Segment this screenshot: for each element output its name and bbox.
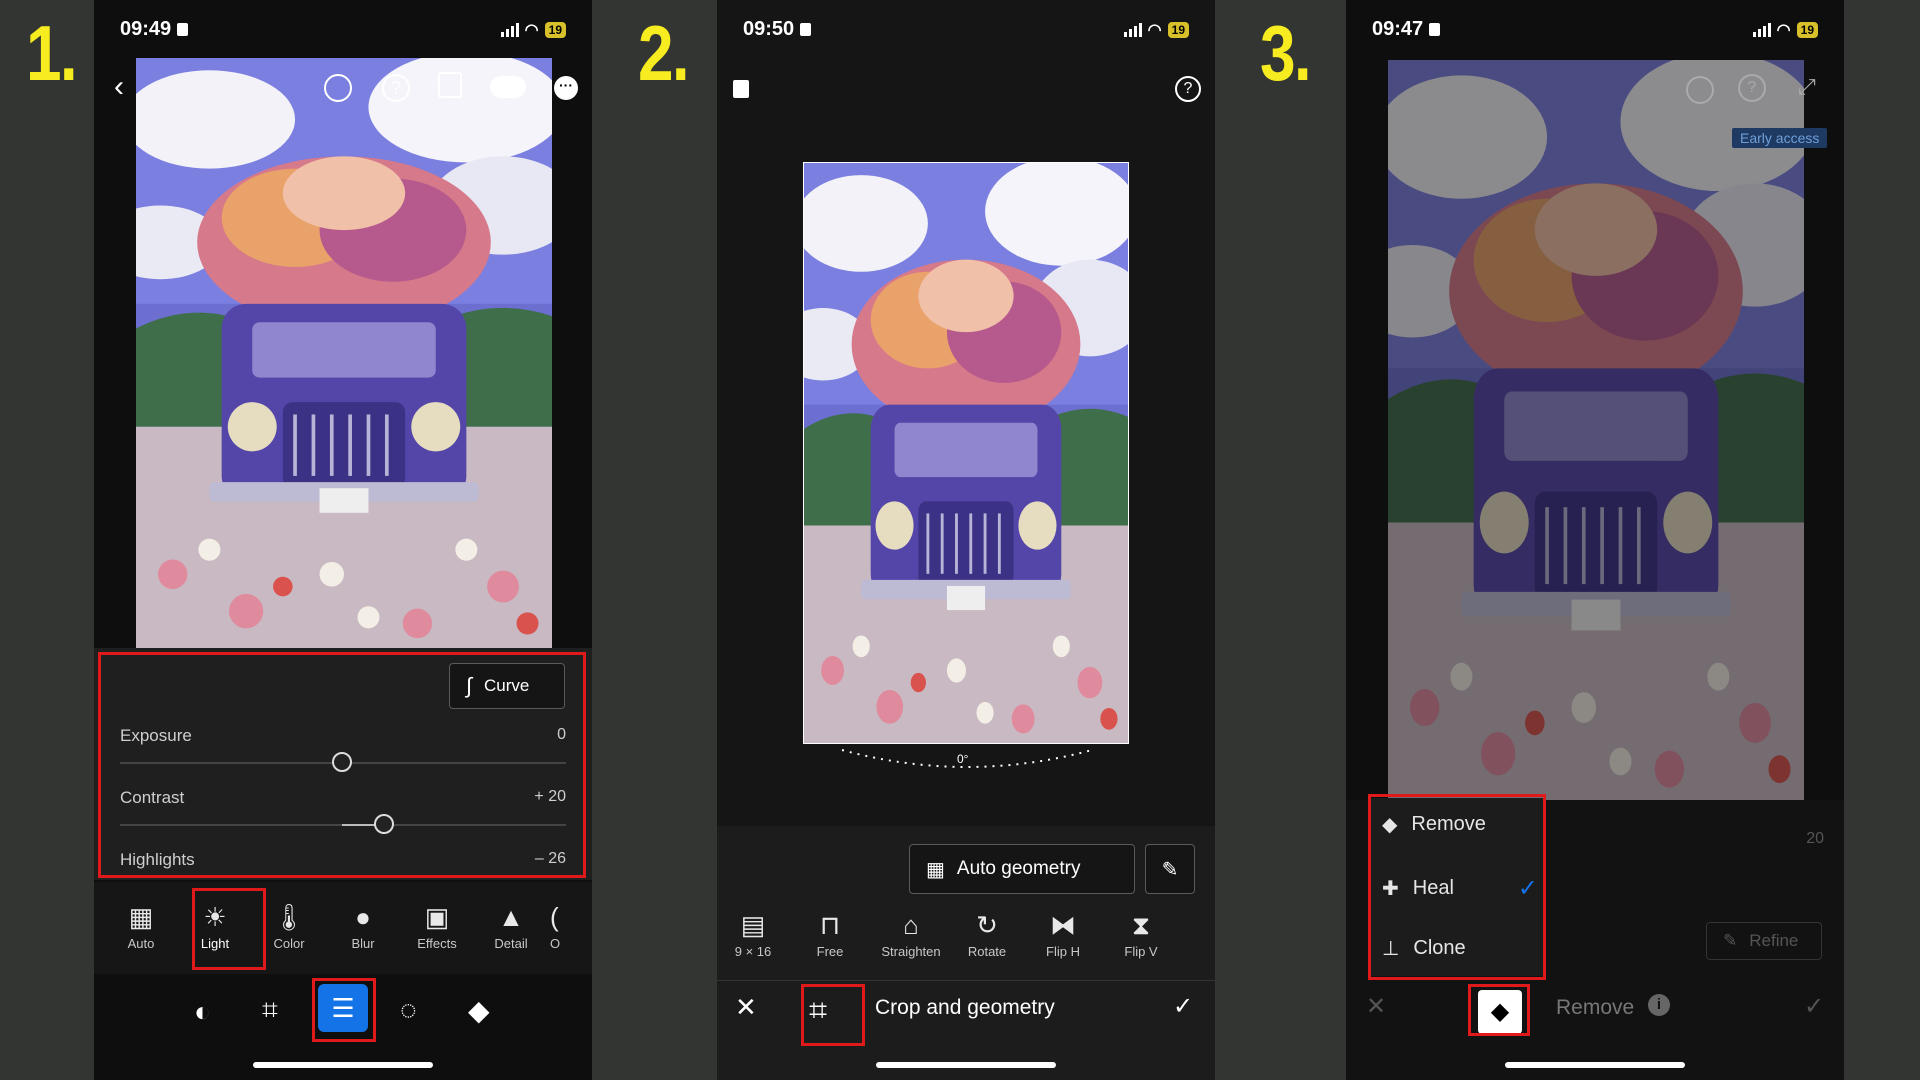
step-number-2: 2.: [638, 9, 690, 97]
home-indicator: [876, 1062, 1056, 1068]
expand-icon[interactable]: ⤢: [1798, 74, 1816, 100]
brush-settings-icon[interactable]: [1686, 76, 1714, 104]
flip-horizontal-icon: ⧓: [1050, 910, 1076, 940]
step-number-1: 1.: [26, 9, 78, 97]
auto-geometry-icon: ▦: [926, 858, 945, 881]
more-icon[interactable]: ···: [554, 76, 578, 100]
help-icon[interactable]: ?: [1175, 76, 1201, 102]
status-bar: 09:49 ◠ 19: [120, 18, 566, 44]
tool-aspect-ratio[interactable]: ▤ 9 × 16: [717, 910, 789, 959]
help-icon[interactable]: ?: [382, 74, 410, 102]
battery-icon: 19: [1796, 22, 1818, 38]
wifi-icon: ◠: [1776, 22, 1791, 39]
masking-icon[interactable]: ◌: [400, 994, 417, 1026]
highlight-box-menu: [1368, 794, 1546, 980]
highlight-box-sliders: [98, 652, 586, 878]
crop-icon[interactable]: ⌗: [262, 994, 278, 1027]
divider: [717, 980, 1215, 981]
cancel-icon[interactable]: ✕: [735, 992, 757, 1023]
rotate-icon: ↻: [976, 910, 998, 940]
photo-preview: [136, 58, 552, 648]
cloud-sync-icon[interactable]: [490, 76, 526, 98]
pencil-icon: ✎: [1161, 858, 1179, 881]
share-icon[interactable]: [438, 72, 462, 98]
tool-free[interactable]: ⊓ Free: [794, 910, 866, 959]
history-icon[interactable]: [324, 74, 352, 102]
phone-light-panel: 09:49 ◠ 19 ‹ ? ··· ∫ Curve Exposure 0 Co…: [94, 0, 592, 1080]
wifi-icon: ◠: [524, 22, 539, 39]
phone-crop-panel: 09:50 ◠ 19 ? 0° ▦ Auto geometry ✎ ▤ 9 × 1…: [717, 0, 1215, 1080]
tool-flip-v[interactable]: ⧗ Flip V: [1105, 910, 1177, 959]
photo-crop-preview[interactable]: [803, 162, 1129, 744]
help-icon[interactable]: ?: [1738, 74, 1766, 102]
apply-check-icon[interactable]: ✓: [1173, 992, 1193, 1021]
phone-remove-panel: 09:47 ◠ 19 ? ⤢ Early access 20 ✎ Refine ◆…: [1346, 0, 1844, 1080]
tool-optics[interactable]: (O: [550, 902, 592, 951]
highlight-box-light: [192, 888, 266, 970]
angle-readout: 0°: [957, 752, 969, 766]
clock: 09:49: [120, 18, 189, 41]
highlight-box-crop: [801, 984, 865, 1046]
refine-button[interactable]: ✎ Refine: [1706, 922, 1822, 960]
size-value: 20: [1806, 830, 1824, 847]
status-bar: 09:50 ◠ 19: [743, 18, 1189, 44]
status-bar: 09:47 ◠ 19: [1372, 18, 1818, 44]
panel-title: Remove: [1556, 996, 1635, 1019]
drop-icon: ●: [355, 902, 371, 932]
manual-geometry-button[interactable]: ✎: [1145, 844, 1195, 894]
pencil-icon: ✎: [1723, 931, 1738, 950]
tool-flip-h[interactable]: ⧓ Flip H: [1027, 910, 1099, 959]
home-indicator: [1505, 1062, 1685, 1068]
highlight-box-edit: [312, 978, 376, 1042]
tool-rotate[interactable]: ↻ Rotate: [951, 910, 1023, 959]
flip-vertical-icon: ⧗: [1131, 910, 1151, 940]
early-access-badge: Early access: [1732, 128, 1828, 148]
info-icon[interactable]: i: [1648, 994, 1670, 1016]
triangle-icon: ▲: [498, 902, 524, 932]
highlight-box-eraser: [1468, 984, 1530, 1036]
tool-detail[interactable]: ▲ Detail: [476, 902, 546, 951]
vignette-icon: ▣: [424, 902, 450, 932]
cancel-icon[interactable]: ✕: [1366, 992, 1386, 1021]
battery-icon: 19: [1167, 22, 1189, 38]
home-indicator: [253, 1062, 433, 1068]
clock: 09:50: [743, 18, 812, 41]
signal-icon: [500, 23, 519, 37]
tool-straighten[interactable]: ⌂ Straighten: [871, 910, 951, 959]
tool-auto[interactable]: ▦ Auto: [106, 902, 176, 951]
back-icon[interactable]: ‹: [114, 70, 124, 104]
battery-icon: 19: [544, 22, 566, 38]
step-number-3: 3.: [1260, 9, 1312, 97]
tool-blur[interactable]: ● Blur: [328, 902, 398, 951]
wifi-icon: ◠: [1147, 22, 1162, 39]
aspect-ratio-icon: ▤: [740, 910, 766, 940]
signal-icon: [1752, 23, 1771, 37]
aspect-rotate-icon[interactable]: [733, 80, 749, 98]
apply-check-icon[interactable]: ✓: [1804, 992, 1824, 1021]
straighten-icon: ⌂: [903, 910, 919, 940]
unlock-icon: ⊓: [819, 910, 841, 940]
clock: 09:47: [1372, 18, 1441, 41]
panel-title: Crop and geometry: [875, 996, 1055, 1019]
tool-effects[interactable]: ▣ Effects: [402, 902, 472, 951]
auto-geometry-button[interactable]: ▦ Auto geometry: [909, 844, 1135, 894]
optics-icon: (: [550, 902, 559, 932]
signal-icon: [1123, 23, 1142, 37]
photo-dimmed-preview: [1388, 60, 1804, 800]
eraser-icon[interactable]: ◆: [468, 994, 490, 1027]
presets-icon[interactable]: ◐: [194, 996, 211, 1028]
auto-icon: ▦: [128, 902, 154, 932]
